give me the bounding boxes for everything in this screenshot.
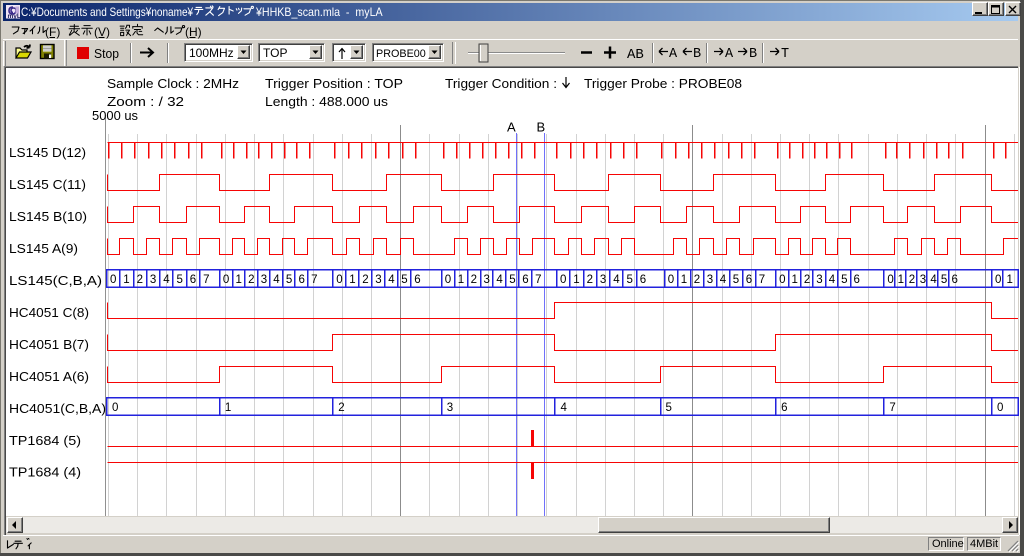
svg-text:LS145(C,B,A): LS145(C,B,A): [9, 273, 102, 288]
svg-text:0: 0: [997, 402, 1003, 414]
svg-text:HC4051 B(7): HC4051 B(7): [9, 337, 89, 352]
svg-text:6: 6: [640, 274, 646, 286]
svg-text:3: 3: [375, 274, 381, 286]
svg-text:Trigger Probe : PROBE08: Trigger Probe : PROBE08: [584, 76, 742, 91]
svg-text:0: 0: [779, 274, 785, 286]
svg-text:3: 3: [484, 274, 490, 286]
svg-text:0: 0: [995, 274, 1001, 286]
svg-text:0: 0: [110, 274, 116, 286]
svg-text:0: 0: [560, 274, 566, 286]
svg-text:HC4051 A(6): HC4051 A(6): [9, 369, 89, 384]
svg-text:5: 5: [177, 274, 183, 286]
svg-text:0: 0: [668, 274, 674, 286]
svg-text:2: 2: [338, 402, 344, 414]
svg-text:5: 5: [509, 274, 515, 286]
svg-text:6: 6: [746, 274, 752, 286]
svg-text:6: 6: [854, 274, 860, 286]
svg-text:7: 7: [311, 274, 317, 286]
svg-text:5: 5: [666, 402, 672, 414]
svg-text:1: 1: [898, 274, 904, 286]
svg-text:2: 2: [804, 274, 810, 286]
svg-text:TP1684 (4): TP1684 (4): [9, 465, 81, 480]
svg-text:1: 1: [349, 274, 355, 286]
svg-text:1: 1: [123, 274, 129, 286]
svg-text:7: 7: [759, 274, 765, 286]
svg-text:Trigger Condition :: Trigger Condition :: [445, 76, 557, 91]
svg-text:5: 5: [627, 274, 633, 286]
svg-text:3: 3: [920, 274, 926, 286]
svg-text:2: 2: [909, 274, 915, 286]
svg-text:2: 2: [471, 274, 477, 286]
svg-text:1: 1: [1007, 274, 1013, 286]
svg-text:2: 2: [362, 274, 368, 286]
svg-text:4: 4: [561, 402, 568, 414]
svg-text:0: 0: [112, 402, 118, 414]
svg-text:5000 us: 5000 us: [92, 108, 138, 123]
svg-text:1: 1: [225, 402, 231, 414]
svg-text:4: 4: [163, 274, 170, 286]
svg-text:3: 3: [600, 274, 606, 286]
svg-text:1: 1: [573, 274, 579, 286]
svg-text:0: 0: [887, 274, 893, 286]
svg-text:2: 2: [137, 274, 143, 286]
svg-text:1: 1: [458, 274, 464, 286]
svg-text:0: 0: [445, 274, 451, 286]
svg-text:3: 3: [707, 274, 713, 286]
svg-text:4: 4: [388, 274, 395, 286]
svg-text:0: 0: [223, 274, 229, 286]
svg-text:7: 7: [535, 274, 541, 286]
svg-text:6: 6: [299, 274, 305, 286]
svg-text:3: 3: [447, 402, 453, 414]
svg-text:4: 4: [496, 274, 503, 286]
svg-text:6: 6: [781, 402, 787, 414]
svg-text:6: 6: [414, 274, 420, 286]
svg-text:5: 5: [941, 274, 947, 286]
svg-text:4: 4: [273, 274, 280, 286]
svg-text:6: 6: [952, 274, 958, 286]
svg-text:7: 7: [203, 274, 209, 286]
svg-text:2: 2: [694, 274, 700, 286]
svg-text:0: 0: [336, 274, 342, 286]
svg-text:B: B: [537, 120, 546, 135]
svg-text:5: 5: [286, 274, 292, 286]
svg-text:4: 4: [829, 274, 836, 286]
svg-text:6: 6: [522, 274, 528, 286]
svg-text:1: 1: [681, 274, 687, 286]
svg-text:HC4051(C,B,A): HC4051(C,B,A): [9, 401, 106, 416]
svg-text:3: 3: [150, 274, 156, 286]
svg-text:LS145 D(12): LS145 D(12): [9, 145, 86, 160]
svg-text:4: 4: [613, 274, 620, 286]
svg-text:7: 7: [889, 402, 895, 414]
svg-text:HC4051 C(8): HC4051 C(8): [9, 305, 89, 320]
svg-text:5: 5: [841, 274, 847, 286]
svg-text:3: 3: [261, 274, 267, 286]
svg-text:Zoom : / 32: Zoom : / 32: [107, 94, 184, 109]
svg-text:Trigger Position : TOP: Trigger Position : TOP: [265, 76, 403, 91]
svg-text:LS145 C(11): LS145 C(11): [9, 177, 86, 192]
svg-text:2: 2: [248, 274, 254, 286]
svg-text:5: 5: [401, 274, 407, 286]
svg-text:1: 1: [792, 274, 798, 286]
svg-text:4: 4: [720, 274, 727, 286]
svg-text:4: 4: [930, 274, 937, 286]
svg-text:1: 1: [236, 274, 242, 286]
svg-text:5: 5: [733, 274, 739, 286]
svg-text:2: 2: [587, 274, 593, 286]
svg-text:A: A: [507, 120, 516, 135]
svg-text:TP1684 (5): TP1684 (5): [9, 433, 81, 448]
svg-text:Length : 488.000 us: Length : 488.000 us: [265, 94, 389, 109]
svg-text:3: 3: [816, 274, 822, 286]
svg-text:6: 6: [190, 274, 196, 286]
svg-text:LS145 A(9): LS145 A(9): [9, 241, 78, 256]
svg-text:Sample Clock : 2MHz: Sample Clock : 2MHz: [107, 76, 239, 91]
svg-text:LS145 B(10): LS145 B(10): [9, 209, 87, 224]
